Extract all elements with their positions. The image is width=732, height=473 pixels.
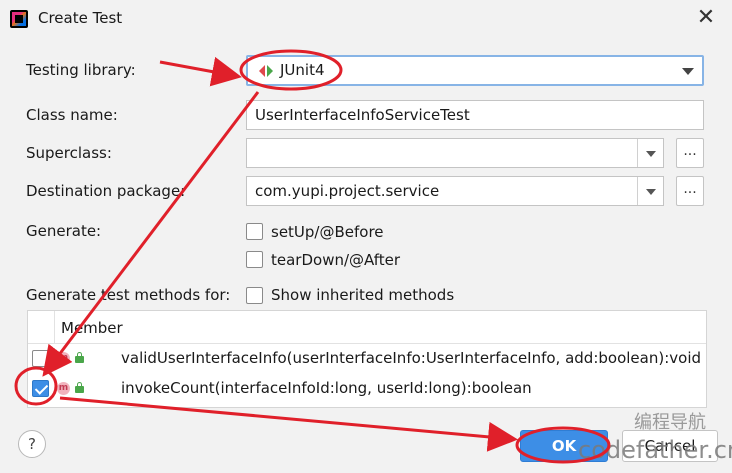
setup-checkbox[interactable] bbox=[246, 223, 263, 240]
testing-library-label: Testing library: bbox=[26, 61, 136, 79]
chevron-down-icon[interactable] bbox=[637, 177, 663, 205]
testing-library-select[interactable]: JUnit4 bbox=[246, 55, 704, 86]
chevron-down-icon[interactable] bbox=[637, 139, 663, 167]
header-divider bbox=[54, 311, 55, 344]
teardown-label: tearDown/@After bbox=[271, 251, 401, 269]
superclass-label: Superclass: bbox=[26, 144, 112, 162]
destination-package-field[interactable]: com.yupi.project.service bbox=[246, 176, 664, 206]
chevron-down-icon bbox=[682, 68, 694, 75]
row-checkbox[interactable] bbox=[32, 380, 49, 397]
window-title: Create Test bbox=[38, 9, 123, 27]
superclass-browse-button[interactable]: ... bbox=[676, 138, 704, 168]
annotation-arrow-library bbox=[159, 56, 242, 87]
member-column-header[interactable]: Member bbox=[61, 319, 123, 337]
table-row[interactable]: m invokeCount(interfaceInfoId:long, user… bbox=[28, 375, 706, 405]
testing-library-value: JUnit4 bbox=[280, 61, 325, 79]
row-checkbox[interactable] bbox=[32, 350, 49, 367]
teardown-checkbox[interactable] bbox=[246, 251, 263, 268]
class-name-value: UserInterfaceInfoServiceTest bbox=[255, 106, 470, 124]
superclass-field[interactable] bbox=[246, 138, 664, 168]
show-inherited-checkbox[interactable] bbox=[246, 287, 263, 304]
class-name-field[interactable]: UserInterfaceInfoServiceTest bbox=[246, 100, 704, 130]
generate-methods-label: Generate test methods for: bbox=[26, 286, 231, 304]
generate-label: Generate: bbox=[26, 222, 102, 240]
watermark-line1: 编程导航 bbox=[634, 412, 706, 433]
member-table-header: Member bbox=[28, 311, 706, 344]
destination-package-label: Destination package: bbox=[26, 182, 186, 200]
lock-icon bbox=[75, 352, 84, 363]
lock-icon bbox=[75, 382, 84, 393]
intellij-logo-icon bbox=[10, 10, 28, 28]
method-icon: m bbox=[57, 382, 70, 395]
member-signature: invokeCount(interfaceInfoId:long, userId… bbox=[121, 379, 532, 397]
show-inherited-label: Show inherited methods bbox=[271, 286, 455, 304]
help-button[interactable]: ? bbox=[18, 430, 46, 458]
member-signature: validUserInterfaceInfo(userInterfaceInfo… bbox=[121, 349, 702, 367]
member-table: Member m validUserInterfaceInfo(userInte… bbox=[27, 310, 707, 408]
close-icon[interactable]: ✕ bbox=[694, 6, 718, 30]
junit-icon bbox=[258, 63, 274, 79]
title-bar: Create Test ✕ bbox=[0, 0, 732, 38]
destination-package-value: com.yupi.project.service bbox=[255, 182, 440, 200]
setup-label: setUp/@Before bbox=[271, 223, 384, 241]
table-row[interactable]: m validUserInterfaceInfo(userInterfaceIn… bbox=[28, 345, 706, 375]
watermark-line2: codefather.cn bbox=[578, 436, 732, 464]
class-name-label: Class name: bbox=[26, 106, 118, 124]
destination-package-browse-button[interactable]: ... bbox=[676, 176, 704, 206]
method-icon: m bbox=[57, 352, 70, 365]
